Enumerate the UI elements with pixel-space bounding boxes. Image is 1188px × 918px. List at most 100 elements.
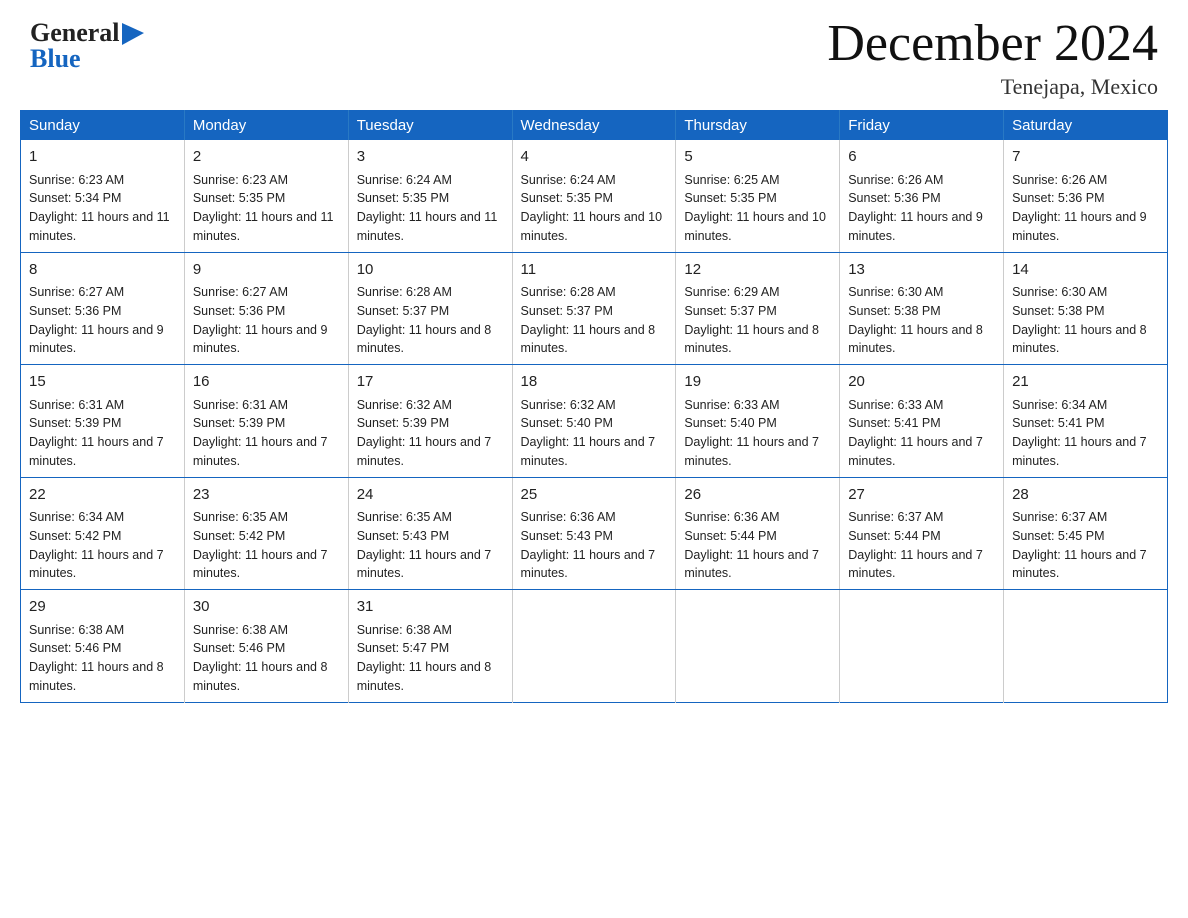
calendar-cell: 20Sunrise: 6:33 AMSunset: 5:41 PMDayligh… — [840, 365, 1004, 478]
daylight-label: Daylight: 11 hours and 8 minutes. — [1012, 323, 1147, 356]
calendar-cell: 3Sunrise: 6:24 AMSunset: 5:35 PMDaylight… — [348, 140, 512, 252]
calendar-cell: 16Sunrise: 6:31 AMSunset: 5:39 PMDayligh… — [184, 365, 348, 478]
calendar-cell: 4Sunrise: 6:24 AMSunset: 5:35 PMDaylight… — [512, 140, 676, 252]
sunrise-label: Sunrise: 6:23 AM — [193, 173, 288, 187]
sunrise-label: Sunrise: 6:33 AM — [684, 398, 779, 412]
daylight-label: Daylight: 11 hours and 8 minutes. — [848, 323, 983, 356]
calendar-cell: 19Sunrise: 6:33 AMSunset: 5:40 PMDayligh… — [676, 365, 840, 478]
sunset-label: Sunset: 5:35 PM — [193, 191, 285, 205]
day-number: 2 — [193, 146, 340, 169]
logo-blue-part — [120, 23, 144, 48]
day-number: 11 — [521, 259, 668, 282]
sunset-label: Sunset: 5:43 PM — [357, 529, 449, 543]
calendar-cell: 21 Sunrise: 6:34 AM Sunset: 5:41 PM Dayligh… — [1004, 365, 1168, 478]
location-text: Tenejapa, Mexico — [827, 74, 1158, 100]
sunset-label: Sunset: 5:35 PM — [521, 191, 613, 205]
sunset-label: Sunset: 5:40 PM — [521, 416, 613, 430]
calendar-cell: 13Sunrise: 6:30 AMSunset: 5:38 PMDayligh… — [840, 252, 1004, 365]
daylight-label: Daylight: 11 hours and 9 minutes. — [29, 323, 164, 356]
month-title: December 2024 — [827, 18, 1158, 70]
sunset-label: Sunset: 5:38 PM — [1012, 304, 1104, 318]
sunrise-label: Sunrise: 6:34 AM — [1012, 398, 1107, 412]
daylight-label: Daylight: 11 hours and 7 minutes. — [521, 548, 656, 581]
daylight-label: Daylight: 11 hours and 7 minutes. — [193, 548, 328, 581]
calendar-cell: 27Sunrise: 6:37 AMSunset: 5:44 PMDayligh… — [840, 477, 1004, 590]
calendar-cell: 30Sunrise: 6:38 AMSunset: 5:46 PMDayligh… — [184, 590, 348, 703]
sunset-label: Sunset: 5:38 PM — [848, 304, 940, 318]
sunset-label: Sunset: 5:39 PM — [29, 416, 121, 430]
sunset-label: Sunset: 5:35 PM — [357, 191, 449, 205]
sunrise-label: Sunrise: 6:27 AM — [29, 285, 124, 299]
calendar-cell — [1004, 590, 1168, 703]
sunrise-label: Sunrise: 6:36 AM — [684, 510, 779, 524]
calendar-cell: 8 Sunrise: 6:27 AM Sunset: 5:36 PM Daylight… — [21, 252, 185, 365]
sunset-label: Sunset: 5:46 PM — [193, 641, 285, 655]
daylight-label: Daylight: 11 hours and 10 minutes. — [521, 210, 663, 243]
calendar-week-row: 22Sunrise: 6:34 AMSunset: 5:42 PMDayligh… — [21, 477, 1168, 590]
daylight-label: Daylight: 11 hours and 7 minutes. — [29, 548, 164, 581]
daylight-label: Daylight: 11 hours and 9 minutes. — [193, 323, 328, 356]
day-number: 12 — [684, 259, 831, 282]
sunset-label: Sunset: 5:36 PM — [193, 304, 285, 318]
sunset-label: Sunset: 5:36 PM — [1012, 191, 1104, 205]
calendar-week-row: 29Sunrise: 6:38 AMSunset: 5:46 PMDayligh… — [21, 590, 1168, 703]
daylight-label: Daylight: 11 hours and 8 minutes. — [357, 660, 492, 693]
calendar-cell: 26Sunrise: 6:36 AMSunset: 5:44 PMDayligh… — [676, 477, 840, 590]
sunset-label: Sunset: 5:44 PM — [848, 529, 940, 543]
day-number: 6 — [848, 146, 995, 169]
day-number: 20 — [848, 371, 995, 394]
day-number: 30 — [193, 596, 340, 619]
day-number: 26 — [684, 484, 831, 507]
calendar-cell — [676, 590, 840, 703]
sunset-label: Sunset: 5:41 PM — [848, 416, 940, 430]
day-number: 27 — [848, 484, 995, 507]
sunset-label: Sunset: 5:45 PM — [1012, 529, 1104, 543]
sunrise-label: Sunrise: 6:34 AM — [29, 510, 124, 524]
daylight-label: Daylight: 11 hours and 7 minutes. — [521, 435, 656, 468]
sunrise-label: Sunrise: 6:26 AM — [848, 173, 943, 187]
page-header: General Blue December 2024 Tenejapa, Mex… — [0, 0, 1188, 110]
logo-triangle-icon — [122, 23, 144, 45]
sunset-label: Sunset: 5:36 PM — [29, 304, 121, 318]
calendar-cell: 9Sunrise: 6:27 AMSunset: 5:36 PMDaylight… — [184, 252, 348, 365]
calendar-cell: 22Sunrise: 6:34 AMSunset: 5:42 PMDayligh… — [21, 477, 185, 590]
day-number: 8 — [29, 259, 176, 282]
daylight-label: Daylight: 11 hours and 7 minutes. — [357, 435, 492, 468]
header-saturday: Saturday — [1004, 111, 1168, 141]
calendar-cell: 17Sunrise: 6:32 AMSunset: 5:39 PMDayligh… — [348, 365, 512, 478]
sunset-label: Sunset: 5:37 PM — [521, 304, 613, 318]
daylight-label: Daylight: 11 hours and 7 minutes. — [1012, 435, 1147, 468]
sunset-label: Sunset: 5:47 PM — [357, 641, 449, 655]
daylight-label: Daylight: 11 hours and 7 minutes. — [684, 548, 819, 581]
calendar-cell: 1Sunrise: 6:23 AMSunset: 5:34 PMDaylight… — [21, 140, 185, 252]
header-tuesday: Tuesday — [348, 111, 512, 141]
daylight-label: Daylight: 11 hours and 11 minutes. — [357, 210, 498, 243]
sunset-label: Sunset: 5:41 PM — [1012, 416, 1104, 430]
day-number: 23 — [193, 484, 340, 507]
daylight-label: Daylight: 11 hours and 11 minutes. — [193, 210, 334, 243]
daylight-label: Daylight: 11 hours and 7 minutes. — [1012, 548, 1147, 581]
day-number: 10 — [357, 259, 504, 282]
sunrise-label: Sunrise: 6:38 AM — [357, 623, 452, 637]
header-wednesday: Wednesday — [512, 111, 676, 141]
sunrise-label: Sunrise: 6:38 AM — [29, 623, 124, 637]
calendar-cell: 24Sunrise: 6:35 AMSunset: 5:43 PMDayligh… — [348, 477, 512, 590]
day-number: 21 — [1012, 371, 1159, 394]
sunrise-label: Sunrise: 6:37 AM — [1012, 510, 1107, 524]
sunrise-label: Sunrise: 6:28 AM — [521, 285, 616, 299]
day-number: 9 — [193, 259, 340, 282]
calendar-cell: 7Sunrise: 6:26 AMSunset: 5:36 PMDaylight… — [1004, 140, 1168, 252]
calendar-header-row: SundayMondayTuesdayWednesdayThursdayFrid… — [21, 111, 1168, 141]
sunset-label: Sunset: 5:40 PM — [684, 416, 776, 430]
calendar-cell: 29Sunrise: 6:38 AMSunset: 5:46 PMDayligh… — [21, 590, 185, 703]
title-block: December 2024 Tenejapa, Mexico — [827, 18, 1158, 100]
day-number: 15 — [29, 371, 176, 394]
daylight-label: Daylight: 11 hours and 11 minutes. — [29, 210, 170, 243]
calendar-cell: 5Sunrise: 6:25 AMSunset: 5:35 PMDaylight… — [676, 140, 840, 252]
calendar-cell — [840, 590, 1004, 703]
daylight-label: Daylight: 11 hours and 8 minutes. — [357, 323, 492, 356]
sunrise-label: Sunrise: 6:32 AM — [521, 398, 616, 412]
sunset-label: Sunset: 5:39 PM — [193, 416, 285, 430]
calendar-week-row: 8 Sunrise: 6:27 AM Sunset: 5:36 PM Daylight… — [21, 252, 1168, 365]
sunset-label: Sunset: 5:42 PM — [193, 529, 285, 543]
